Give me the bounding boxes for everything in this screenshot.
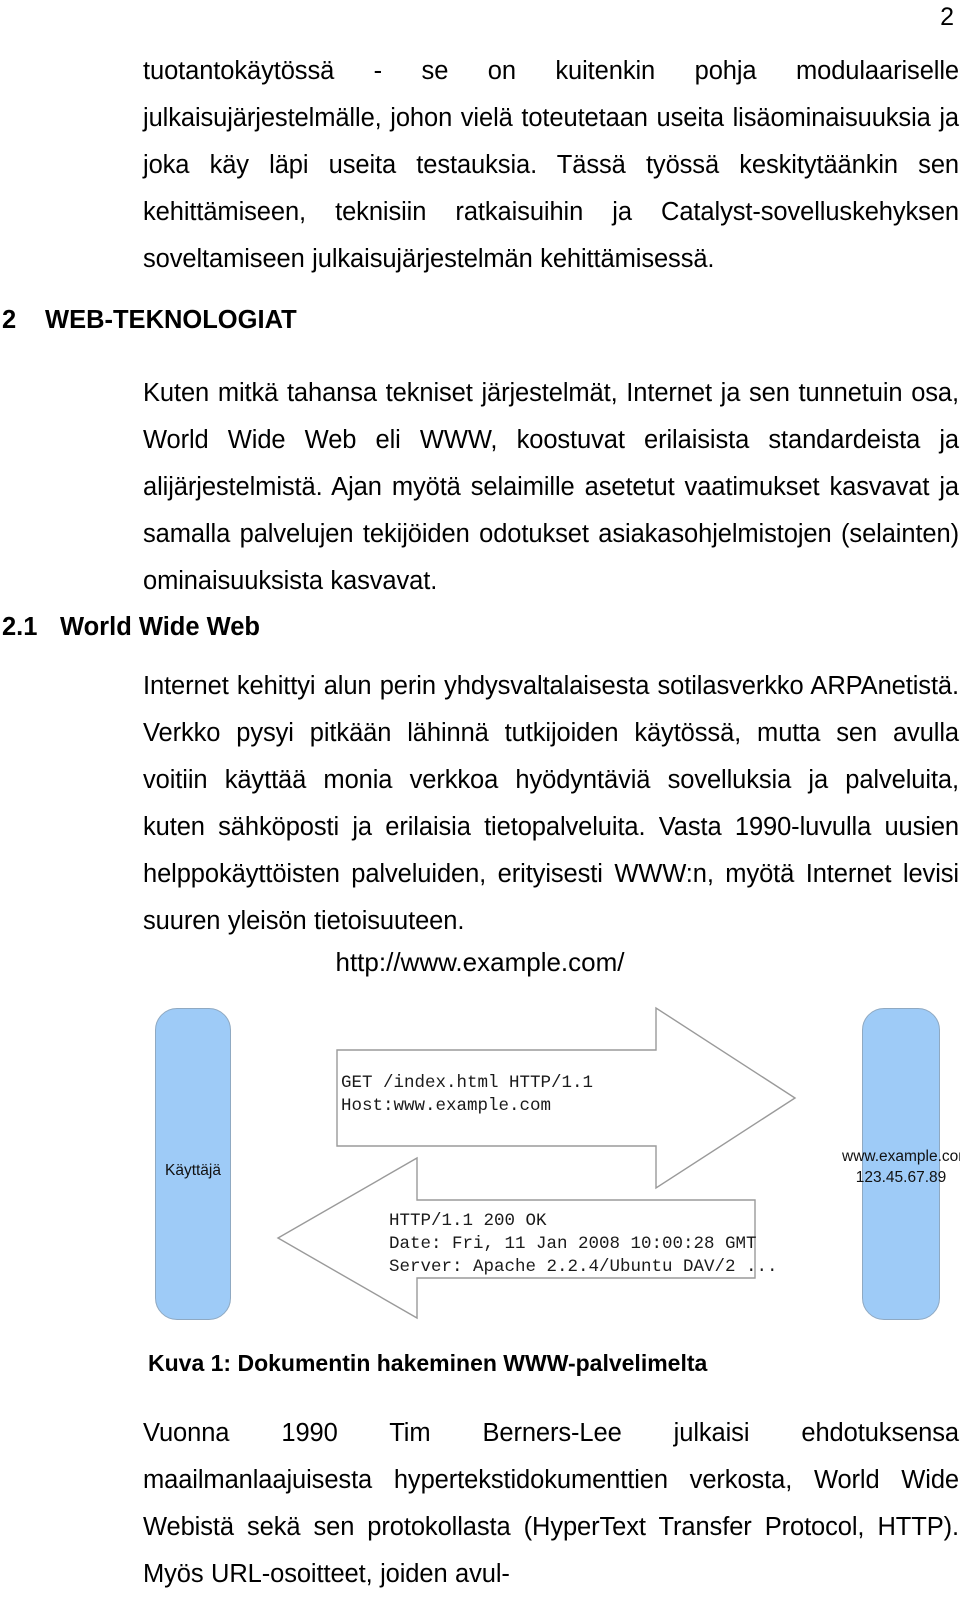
http-request-text: GET /index.html HTTP/1.1 Host:www.exampl…: [341, 1073, 594, 1116]
page-number: 2: [940, 3, 954, 31]
http-response-text: HTTP/1.1 200 OK Date: Fri, 11 Jan 2008 1…: [389, 1211, 778, 1277]
figure-caption: Kuva 1: Dokumentin hakeminen WWW-palveli…: [148, 1350, 708, 1376]
paragraph-intro-container: tuotantokäytössä - se on kuitenkin pohja…: [143, 48, 959, 283]
figure-url-label: http://www.example.com/: [335, 947, 625, 977]
paragraph-web-tech: Kuten mitkä tahansa tekniset järjestelmä…: [143, 379, 959, 595]
paragraph-www-container: Internet kehittyi alun perin yhdysvaltal…: [143, 663, 959, 945]
document-page: 2 tuotantokäytössä - se on kuitenkin poh…: [0, 0, 960, 1588]
paragraph-berners-lee-container: Vuonna 1990 Tim Berners-Lee julkaisi ehd…: [143, 1410, 959, 1598]
heading-section-2-1-number: 2.1: [2, 613, 38, 641]
heading-section-2: 2 WEB-TEKNOLOGIAT: [2, 305, 297, 335]
paragraph-berners-lee: Vuonna 1990 Tim Berners-Lee julkaisi ehd…: [143, 1419, 959, 1588]
paragraph-intro: tuotantokäytössä - se on kuitenkin pohja…: [143, 57, 959, 273]
server-host-label: www.example.com: [842, 1148, 960, 1165]
heading-section-2-1: 2.1 World Wide Web: [2, 612, 260, 642]
heading-section-2-1-title: World Wide Web: [60, 613, 260, 641]
paragraph-web-tech-container: Kuten mitkä tahansa tekniset järjestelmä…: [143, 370, 959, 605]
paragraph-www: Internet kehittyi alun perin yhdysvaltal…: [143, 672, 959, 935]
server-ip-label: 123.45.67.89: [855, 1169, 947, 1186]
heading-section-2-title: WEB-TEKNOLOGIAT: [45, 306, 297, 334]
client-node-label: Käyttäjä: [164, 1162, 221, 1179]
server-node-label: www.example.com 123.45.67.89: [842, 1146, 960, 1188]
heading-section-2-number: 2: [2, 306, 17, 334]
